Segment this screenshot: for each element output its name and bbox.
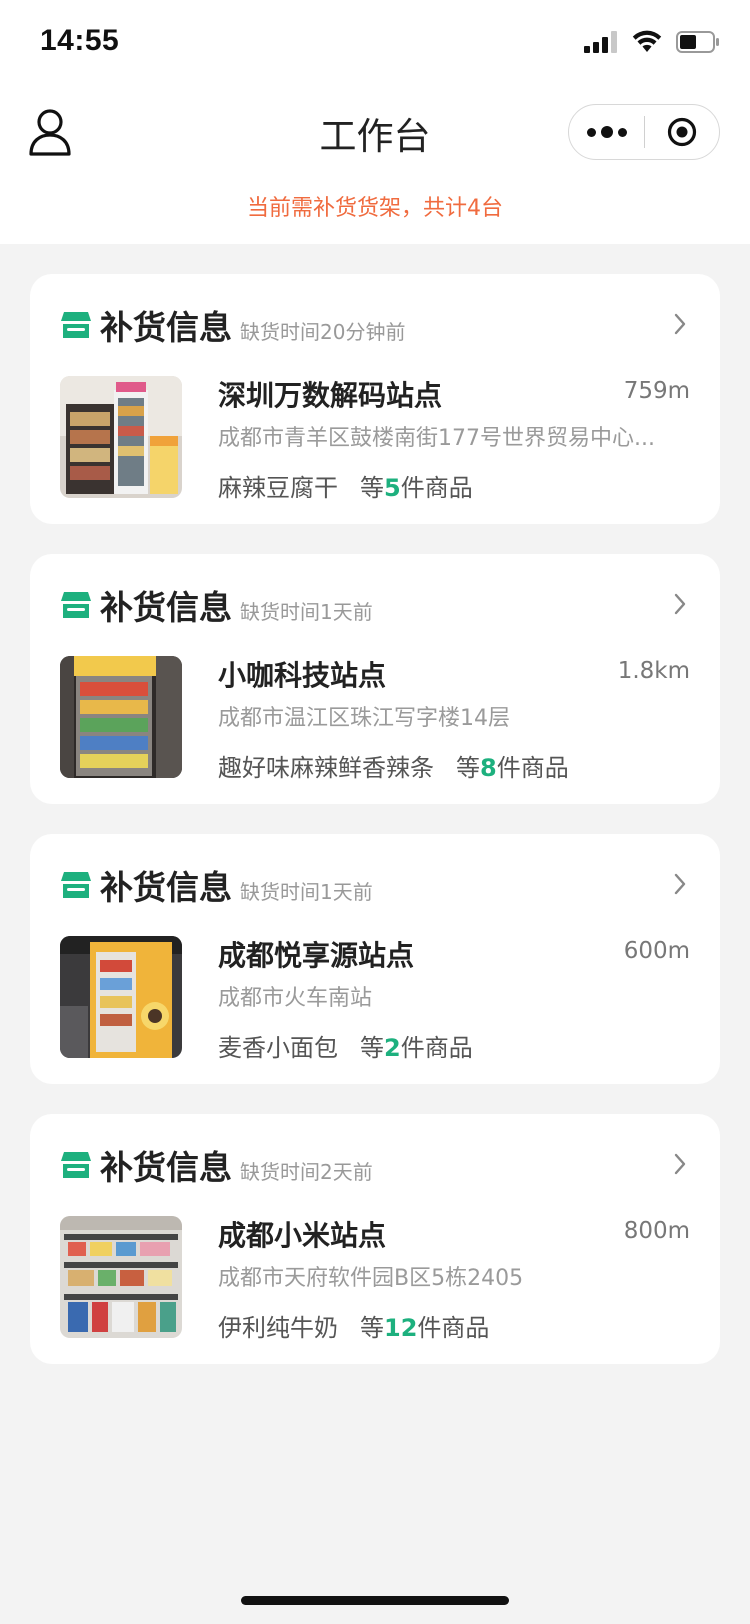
card-title: 补货信息 — [100, 308, 232, 347]
card-header: 补货信息 缺货时间1天前 — [60, 580, 690, 630]
more-menu-button[interactable] — [569, 105, 644, 159]
card-header: 补货信息 缺货时间2天前 — [60, 1140, 690, 1190]
distance: 759m — [623, 378, 690, 404]
product-name: 麻辣豆腐干 — [218, 474, 338, 502]
shelf-thumbnail — [60, 1216, 182, 1338]
goods-suffix: 件商品 — [417, 1314, 490, 1342]
card-title: 补货信息 — [100, 868, 232, 907]
card-header: 补货信息 缺货时间20分钟前 — [60, 300, 690, 350]
shop-icon — [61, 592, 91, 618]
goods-summary: 麦香小面包 等2件商品 — [218, 1028, 473, 1063]
goods-suffix: 件商品 — [400, 474, 473, 502]
status-time: 14:55 — [40, 24, 120, 57]
nav-bar: 工作台 — [0, 88, 750, 188]
out-of-stock-time: 缺货时间20分钟前 — [240, 319, 406, 344]
shop-icon — [61, 872, 91, 898]
goods-prefix: 等 — [360, 1034, 384, 1062]
site-address: 成都市温江区珠江写字楼14层 — [218, 706, 510, 731]
shop-icon — [61, 312, 91, 338]
battery-icon — [676, 31, 719, 53]
chevron-right-icon[interactable] — [670, 870, 690, 898]
distance: 800m — [623, 1218, 690, 1244]
header-area: 14:55 工作台 当前需补货货架，共计4台 — [0, 0, 750, 244]
site-name: 成都悦享源站点 — [218, 939, 415, 972]
shop-icon — [61, 1152, 91, 1178]
goods-suffix: 件商品 — [400, 1034, 473, 1062]
status-bar: 14:55 — [0, 0, 750, 88]
distance: 600m — [623, 938, 690, 964]
shelf-thumbnail — [60, 656, 182, 778]
out-of-stock-time: 缺货时间2天前 — [240, 1159, 373, 1184]
goods-summary: 趣好味麻辣鲜香辣条 等8件商品 — [218, 748, 569, 783]
goods-count: 8 — [480, 754, 497, 782]
site-name: 成都小米站点 — [218, 1219, 387, 1252]
close-miniprogram-button[interactable] — [645, 105, 719, 159]
out-of-stock-time: 缺货时间1天前 — [240, 599, 373, 624]
wifi-icon — [632, 30, 662, 52]
goods-suffix: 件商品 — [496, 754, 569, 782]
product-name: 麦香小面包 — [218, 1034, 338, 1062]
goods-count: 2 — [384, 1034, 401, 1062]
out-of-stock-time: 缺货时间1天前 — [240, 879, 373, 904]
goods-prefix: 等 — [360, 474, 384, 502]
card-header: 补货信息 缺货时间1天前 — [60, 860, 690, 910]
goods-summary: 麻辣豆腐干 等5件商品 — [218, 468, 473, 503]
site-address: 成都市火车南站 — [218, 986, 373, 1011]
home-indicator — [241, 1596, 509, 1605]
site-address: 成都市青羊区鼓楼南街177号世界贸易中心... — [218, 426, 655, 451]
goods-prefix: 等 — [360, 1314, 384, 1342]
card-title: 补货信息 — [100, 588, 232, 627]
miniprogram-capsule — [568, 104, 720, 160]
chevron-right-icon[interactable] — [670, 310, 690, 338]
restock-card[interactable]: 补货信息 缺货时间2天前 成都小米站点 800m 成都市天府软件园B区5栋240… — [30, 1114, 720, 1364]
shelf-thumbnail — [60, 376, 182, 498]
target-icon — [667, 117, 697, 147]
restock-card[interactable]: 补货信息 缺货时间1天前 成都悦享源站点 600m 成都市火车南站 麦香小面包 … — [30, 834, 720, 1084]
status-icons — [584, 30, 720, 54]
restock-list: 补货信息 缺货时间20分钟前 深圳万数解码站点 759m 成都市青羊区鼓楼南街1… — [0, 244, 750, 1364]
goods-count: 12 — [384, 1314, 418, 1342]
card-title: 补货信息 — [100, 1148, 232, 1187]
site-address: 成都市天府软件园B区5栋2405 — [218, 1266, 524, 1291]
restock-card[interactable]: 补货信息 缺货时间1天前 小咖科技站点 1.8km 成都市温江区珠江写字楼14层 — [30, 554, 720, 804]
chevron-right-icon[interactable] — [670, 1150, 690, 1178]
site-name: 深圳万数解码站点 — [218, 379, 443, 412]
product-name: 伊利纯牛奶 — [218, 1314, 338, 1342]
signal-icon — [584, 31, 617, 53]
shelf-thumbnail — [60, 936, 182, 1058]
goods-summary: 伊利纯牛奶 等12件商品 — [218, 1308, 489, 1343]
product-name: 趣好味麻辣鲜香辣条 — [218, 754, 434, 782]
goods-prefix: 等 — [456, 754, 480, 782]
distance: 1.8km — [617, 658, 690, 684]
restock-notice: 当前需补货货架，共计4台 — [247, 196, 503, 221]
site-name: 小咖科技站点 — [218, 659, 387, 692]
chevron-right-icon[interactable] — [670, 590, 690, 618]
restock-card[interactable]: 补货信息 缺货时间20分钟前 深圳万数解码站点 759m 成都市青羊区鼓楼南街1… — [30, 274, 720, 524]
goods-count: 5 — [384, 474, 401, 502]
